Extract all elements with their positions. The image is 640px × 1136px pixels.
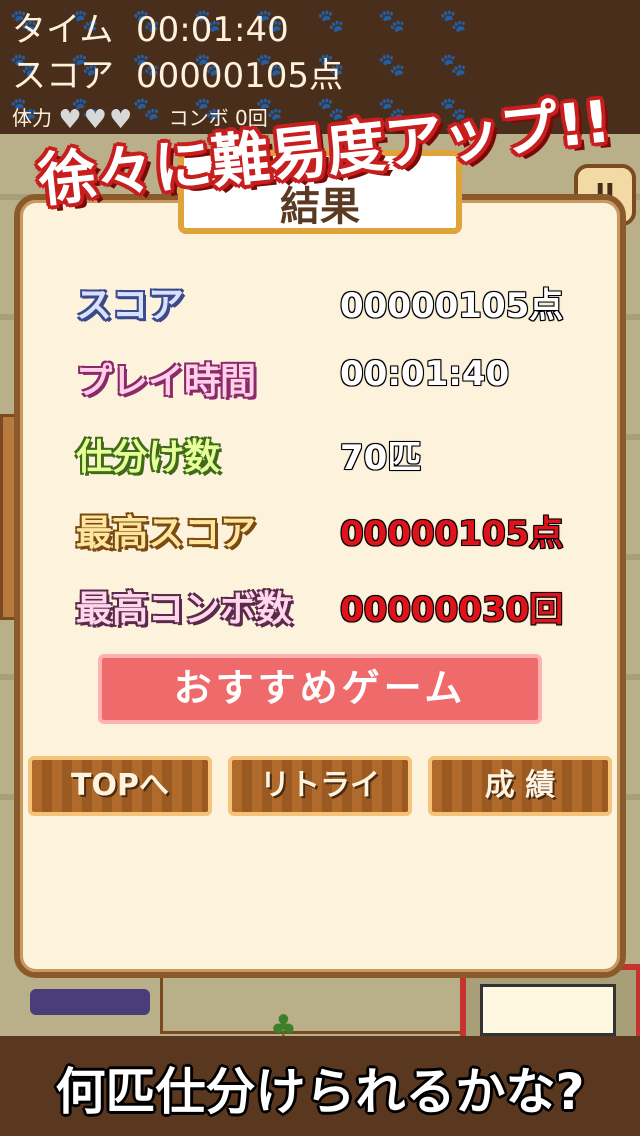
result-row-best-combo: 最高コンボ数 00000030回 — [76, 580, 596, 631]
result-label: 仕分け数 — [76, 437, 221, 478]
score-label: スコア — [12, 56, 114, 96]
shelf — [480, 984, 616, 1036]
retry-button[interactable]: リトライ — [228, 756, 412, 816]
result-value: 00000105点 — [339, 513, 564, 555]
life-label: 体力 — [12, 106, 52, 130]
time-label: タイム — [12, 10, 114, 50]
result-value: 00000030回 — [339, 589, 564, 631]
result-value: 70匹 — [339, 437, 422, 479]
hud-score: スコア 00000105点 — [12, 48, 343, 97]
recommend-game-button[interactable]: おすすめゲーム — [98, 654, 542, 724]
result-label: プレイ時間 — [76, 361, 257, 402]
cat-bed — [30, 989, 150, 1015]
result-row-playtime: プレイ時間 00:01:40 — [76, 352, 596, 402]
result-row-sorted: 仕分け数 70匹 — [76, 428, 596, 479]
result-value: 00:01:40 — [339, 353, 510, 395]
footer-bar: 何匹仕分けられるかな? — [0, 1036, 640, 1136]
result-label: スコア — [76, 285, 185, 326]
footer-caption: 何匹仕分けられるかな? — [55, 1063, 585, 1121]
record-button[interactable]: 成 績 — [428, 756, 612, 816]
result-dialog: スコア 00000105点 プレイ時間 00:01:40 仕分け数 70匹 最高… — [14, 194, 626, 978]
result-row-best-score: 最高スコア 00000105点 — [76, 504, 596, 555]
top-button[interactable]: TOPへ — [28, 756, 212, 816]
result-value: 00000105点 — [339, 285, 564, 327]
score-value: 00000105点 — [136, 56, 344, 96]
result-label: 最高スコア — [76, 513, 257, 554]
result-label: 最高コンボ数 — [76, 589, 293, 630]
result-row-score: スコア 00000105点 — [76, 276, 596, 327]
hud-time: タイム 00:01:40 — [12, 2, 289, 51]
time-value: 00:01:40 — [136, 10, 289, 50]
